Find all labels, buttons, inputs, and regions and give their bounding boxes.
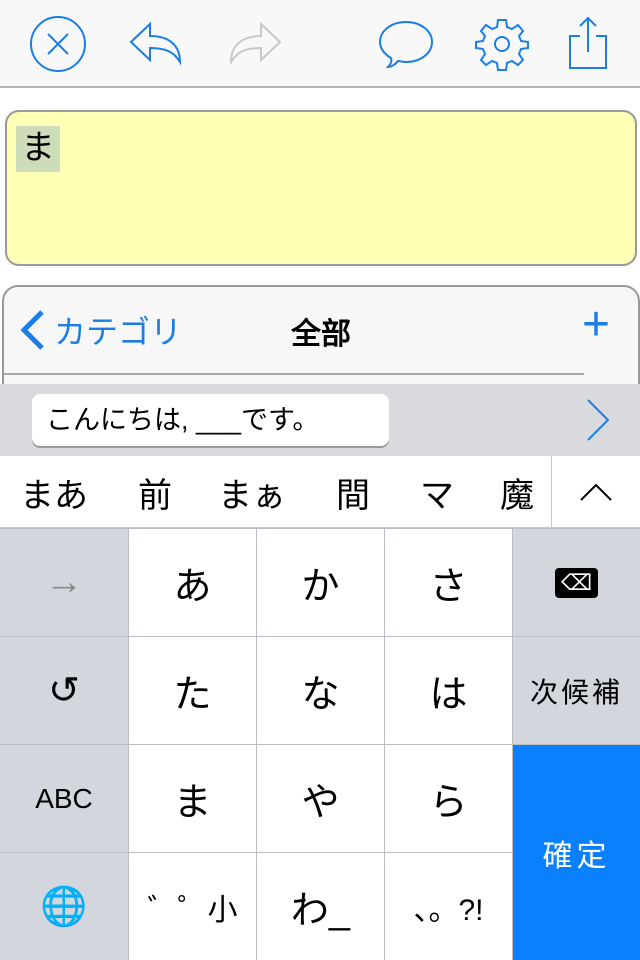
key-label: わ_ [290,890,351,932]
chevron-right-icon[interactable] [586,398,610,447]
category-panel: カテゴリ 全部 + [2,285,640,395]
punctuation-key[interactable]: 、。?! [385,853,512,960]
key-label: ゛゜小 [147,893,238,927]
key-label: ABC [35,782,93,814]
globe-key[interactable]: 🌐 [0,853,128,960]
key-label: は [429,674,468,716]
note-text: ま [16,126,60,172]
ha-key[interactable]: は [385,637,512,744]
ta-key[interactable]: た [129,637,256,744]
redo-icon [222,14,282,74]
key-label: あ [173,566,212,608]
share-icon[interactable] [558,14,618,74]
candidate[interactable]: 間 [336,468,370,517]
template-chip[interactable]: こんにちは, ___です。 [32,394,389,446]
gear-icon[interactable] [472,14,532,74]
keyboard: → あ か さ ⌫ ↺ た な は 次候補 ABC ま や ら確定 🌐 ゛゜小 わ_ 、。?! [0,528,640,960]
key-label: ↺ [48,670,80,712]
close-circle-icon[interactable] [28,14,88,74]
next-candidate-key[interactable]: 次候補 [513,637,640,744]
speech-bubble-icon[interactable] [376,14,436,74]
add-button[interactable]: + [582,301,610,349]
note-text-area[interactable]: ま [5,110,637,266]
key-label: 次候補 [529,676,623,708]
dakuten-key[interactable]: ゛゜小 [129,853,256,960]
key-label: 🌐 [40,885,88,928]
key-label: や [301,782,340,824]
expand-candidates-button[interactable] [551,456,640,528]
key-label: ま [173,782,212,824]
ma-key[interactable]: ま [129,745,256,852]
na-key[interactable]: な [257,637,384,744]
candidate[interactable]: 魔 [500,468,534,517]
sa-key[interactable]: さ [385,529,512,636]
candidate[interactable]: まあ [20,468,88,517]
undo-key[interactable]: ↺ [0,637,128,744]
key-label: な [301,674,340,716]
abc-key[interactable]: ABC [0,745,128,852]
panel-title: 全部 [291,318,351,351]
candidate[interactable]: 前 [138,468,172,517]
key-label: ら [429,782,468,824]
next-arrow-key[interactable]: → [0,529,128,636]
wa-key[interactable]: わ_ [257,853,384,960]
key-label: さ [429,566,468,608]
key-label: ⌫ [554,567,599,598]
a-key[interactable]: あ [129,529,256,636]
candidate[interactable]: まぁ [218,468,286,517]
undo-icon[interactable] [128,14,188,74]
key-label: 確定 [542,839,611,873]
template-bar: こんにちは, ___です。 [0,384,640,456]
candidate[interactable]: マ [420,468,454,517]
divider [4,373,584,375]
confirm-key[interactable]: 確定 [513,745,640,960]
toolbar [0,0,640,88]
ra-key[interactable]: ら [385,745,512,852]
key-label: 、。?! [413,893,484,927]
key-label: た [173,674,212,716]
candidate-bar: まあ 前 まぁ 間 マ 魔 [0,456,640,528]
key-label: か [301,566,340,608]
ka-key[interactable]: か [257,529,384,636]
ya-key[interactable]: や [257,745,384,852]
chevron-up-icon [580,483,612,501]
delete-key[interactable]: ⌫ [513,529,640,636]
key-label: → [45,561,83,603]
